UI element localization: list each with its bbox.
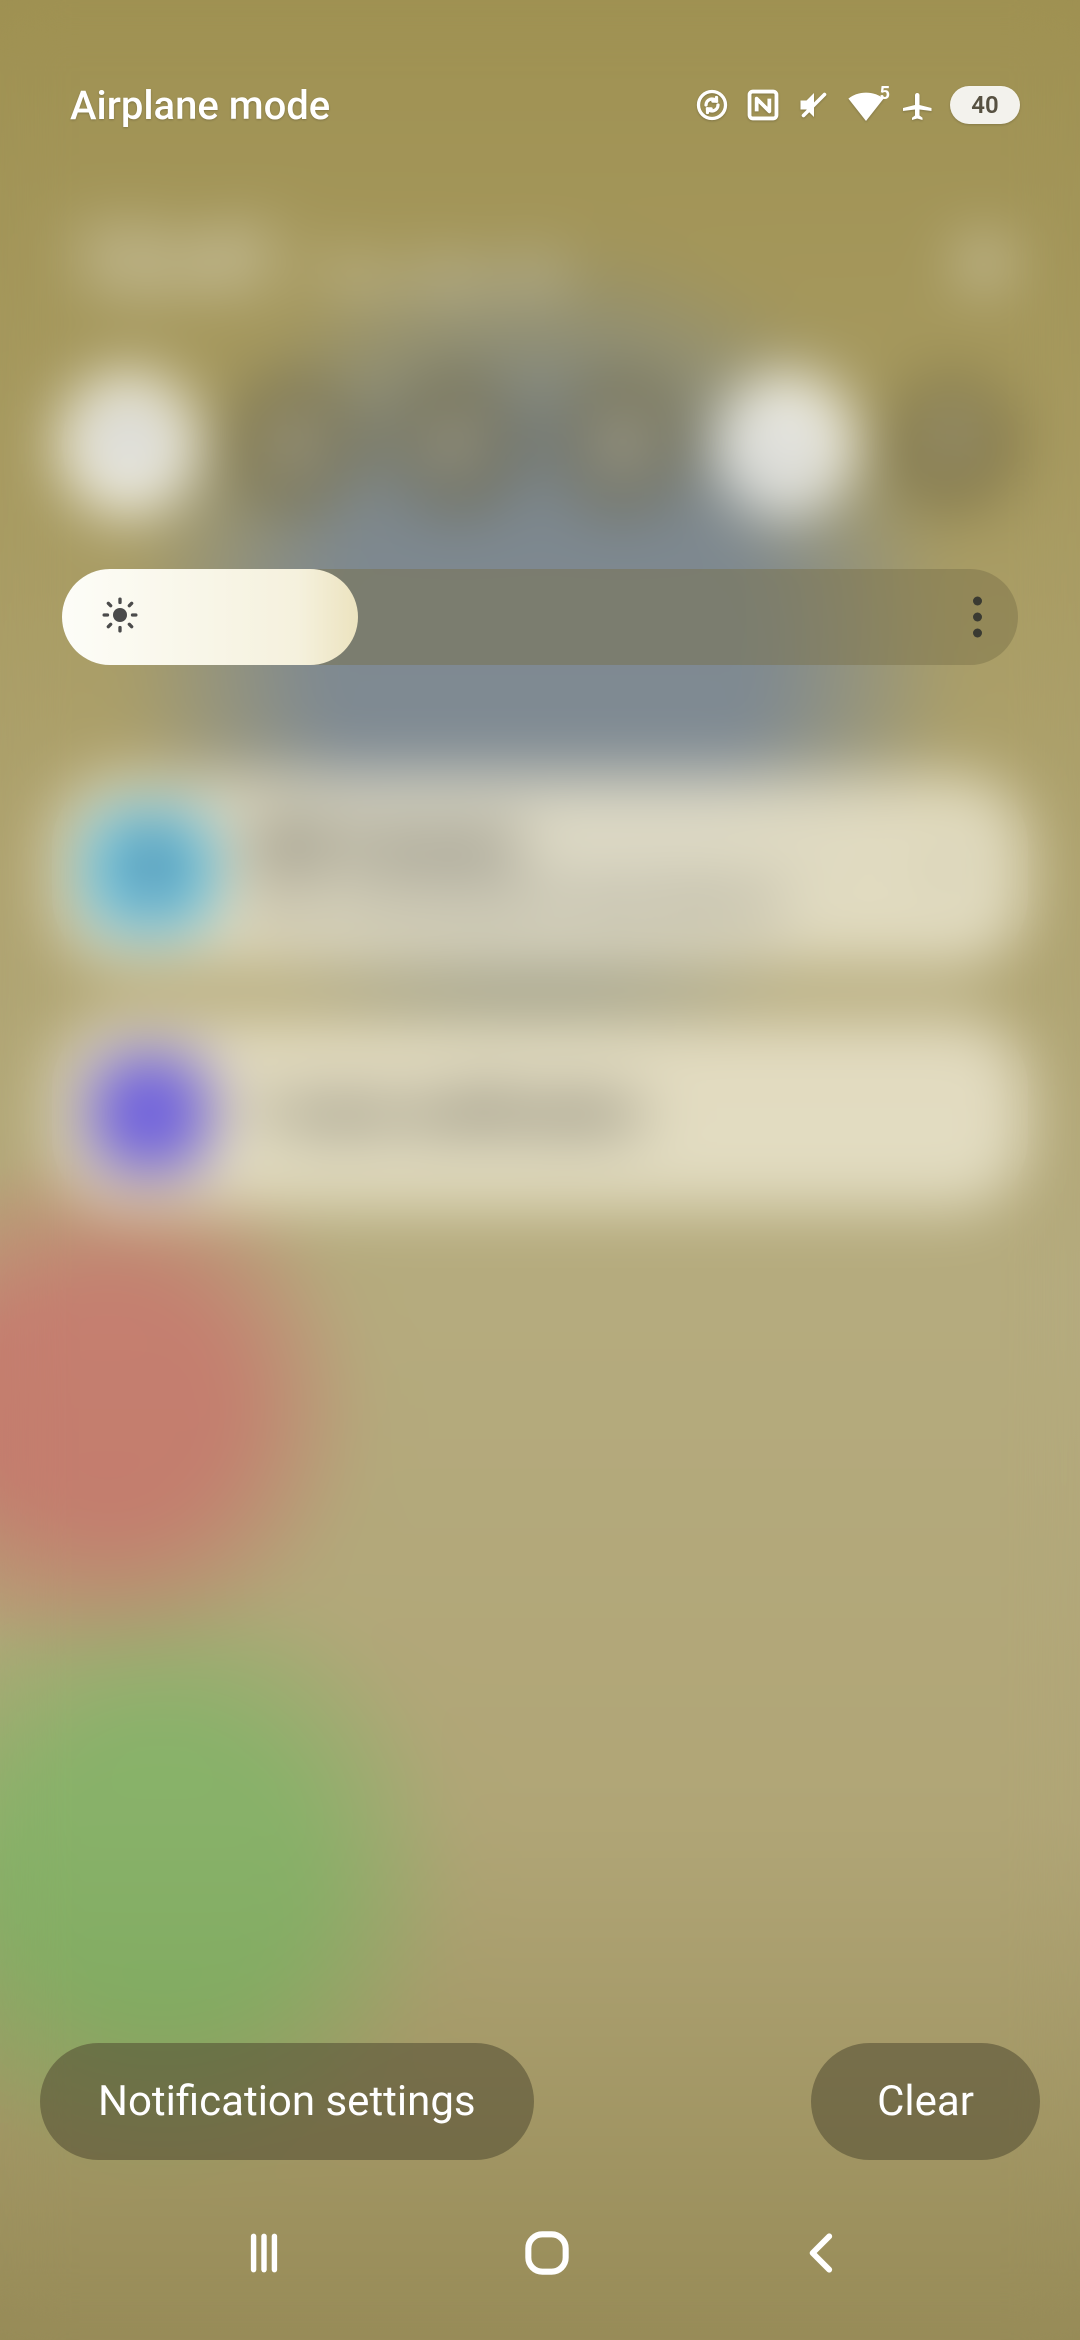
wifi-icon: 5 — [846, 89, 886, 121]
wifi-band-label: 5 — [880, 83, 890, 104]
more-vertical-icon — [973, 597, 982, 606]
mute-icon — [796, 87, 832, 123]
sync-icon — [694, 87, 730, 123]
network-status-label: Airplane mode — [70, 82, 330, 129]
notification-settings-button[interactable]: Notification settings — [40, 2043, 534, 2160]
clear-notifications-button[interactable]: Clear — [811, 2043, 1040, 2160]
back-icon — [798, 2228, 848, 2278]
nav-recents-button[interactable] — [232, 2228, 296, 2282]
recents-icon — [232, 2228, 296, 2278]
brightness-slider[interactable] — [62, 569, 1018, 665]
airplane-icon — [900, 87, 936, 123]
status-bar: Airplane mode 5 40 — [0, 0, 1080, 150]
status-icons: 5 40 — [694, 86, 1020, 124]
brightness-more-button[interactable] — [973, 597, 982, 638]
brightness-icon — [100, 595, 140, 639]
home-icon — [519, 2225, 575, 2281]
nfc-icon — [744, 86, 782, 124]
nav-home-button[interactable] — [519, 2225, 575, 2285]
nav-back-button[interactable] — [798, 2228, 848, 2282]
notification-footer: Notification settings Clear — [0, 2043, 1080, 2160]
battery-indicator: 40 — [950, 86, 1020, 124]
navigation-bar — [0, 2190, 1080, 2340]
